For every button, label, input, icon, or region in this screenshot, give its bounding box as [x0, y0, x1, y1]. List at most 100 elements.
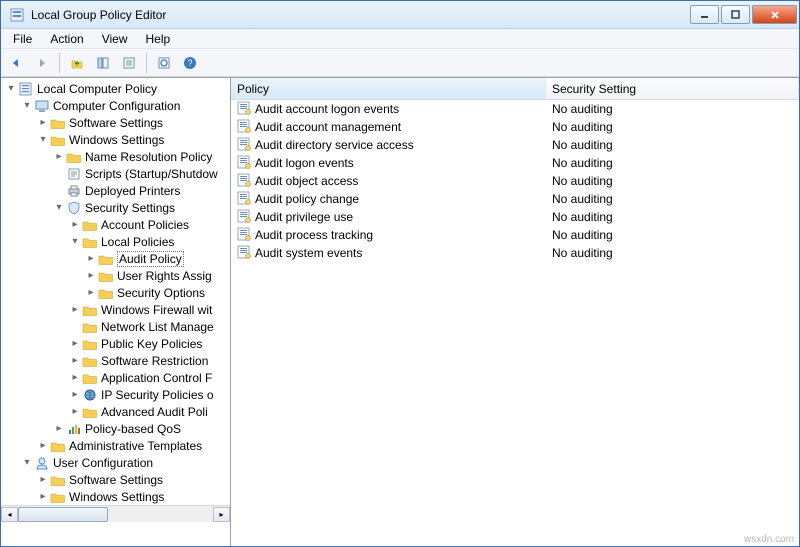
- tree-public-key-policies[interactable]: ▸ Public Key Policies: [1, 335, 230, 352]
- list-row[interactable]: Audit privilege useNo auditing: [231, 208, 799, 226]
- tree-security-options[interactable]: ▸Security Options: [1, 284, 230, 301]
- tree-toggle-icon[interactable]: [53, 168, 65, 180]
- tree-cc-admin-templates[interactable]: ▸Administrative Templates: [1, 437, 230, 454]
- tree-toggle-icon[interactable]: ▸: [69, 389, 81, 401]
- tree-toggle-icon[interactable]: ▸: [69, 304, 81, 316]
- folder-icon: [82, 353, 98, 369]
- list-row[interactable]: Audit directory service accessNo auditin…: [231, 136, 799, 154]
- menubar: File Action View Help: [1, 29, 799, 49]
- scroll-right-button[interactable]: ▸: [213, 507, 230, 522]
- tree-toggle-icon[interactable]: ▸: [85, 253, 97, 265]
- tree-account-policies[interactable]: ▸ Account Policies: [1, 216, 230, 233]
- tree-toggle-icon[interactable]: ▸: [37, 491, 49, 503]
- column-header-setting[interactable]: Security Setting: [546, 78, 799, 99]
- tree-toggle-icon[interactable]: ▸: [53, 151, 65, 163]
- tree-pane[interactable]: ▾Local Computer Policy▾Computer Configur…: [1, 78, 231, 546]
- export-list-button[interactable]: [118, 52, 140, 74]
- tree-application-control[interactable]: ▸ Application Control F: [1, 369, 230, 386]
- tree-toggle-icon[interactable]: ▸: [69, 338, 81, 350]
- tree-software-restriction[interactable]: ▸ Software Restriction: [1, 352, 230, 369]
- folder-icon: [82, 387, 98, 403]
- maximize-button[interactable]: [721, 5, 750, 24]
- tree-label: IP Security Policies o: [101, 388, 214, 402]
- list-row[interactable]: Audit account logon eventsNo auditing: [231, 100, 799, 118]
- list-row[interactable]: Audit object accessNo auditing: [231, 172, 799, 190]
- tree-user-configuration[interactable]: ▾User Configuration: [1, 454, 230, 471]
- window-buttons: [690, 5, 797, 24]
- menu-action[interactable]: Action: [42, 31, 91, 47]
- tree-label: Application Control F: [101, 371, 212, 385]
- titlebar[interactable]: Local Group Policy Editor: [1, 1, 799, 29]
- folder-icon: [50, 132, 66, 148]
- tree-toggle-icon[interactable]: ▾: [21, 100, 33, 112]
- tree-policy-based-qos[interactable]: ▸Policy-based QoS: [1, 420, 230, 437]
- tree-deployed-printers[interactable]: Deployed Printers: [1, 182, 230, 199]
- tree-toggle-icon[interactable]: ▸: [53, 423, 65, 435]
- show-hide-tree-button[interactable]: [92, 52, 114, 74]
- folder-icon: [98, 268, 114, 284]
- folder-icon: [34, 455, 50, 471]
- tree-toggle-icon[interactable]: [53, 185, 65, 197]
- window-title: Local Group Policy Editor: [31, 8, 690, 22]
- scroll-thumb[interactable]: [18, 507, 108, 522]
- tree-network-list-manager[interactable]: Network List Manage: [1, 318, 230, 335]
- policy-name: Audit privilege use: [255, 210, 353, 224]
- tree-user-rights-assignment[interactable]: ▸User Rights Assig: [1, 267, 230, 284]
- tree-toggle-icon[interactable]: ▾: [37, 134, 49, 146]
- tree-root-node[interactable]: ▾Local Computer Policy: [1, 80, 230, 97]
- tree-toggle-icon[interactable]: ▸: [37, 474, 49, 486]
- back-button[interactable]: [5, 52, 27, 74]
- tree-toggle-icon[interactable]: ▸: [85, 270, 97, 282]
- tree-advanced-audit-policy[interactable]: ▸Advanced Audit Poli: [1, 403, 230, 420]
- list-row[interactable]: Audit system eventsNo auditing: [231, 244, 799, 262]
- tree-toggle-icon[interactable]: ▸: [85, 287, 97, 299]
- forward-button[interactable]: [31, 52, 53, 74]
- tree-cc-windows-settings[interactable]: ▾ Windows Settings: [1, 131, 230, 148]
- tree-toggle-icon[interactable]: ▸: [37, 440, 49, 452]
- tree-audit-policy[interactable]: ▸Audit Policy: [1, 250, 230, 267]
- list-row[interactable]: Audit process trackingNo auditing: [231, 226, 799, 244]
- tree-toggle-icon[interactable]: [69, 321, 81, 333]
- tree-toggle-icon[interactable]: ▾: [21, 457, 33, 469]
- tree-toggle-icon[interactable]: ▸: [69, 372, 81, 384]
- list-body[interactable]: Audit account logon eventsNo auditingAud…: [231, 100, 799, 546]
- tree-toggle-icon[interactable]: ▸: [69, 355, 81, 367]
- refresh-button[interactable]: [153, 52, 175, 74]
- tree-toggle-icon[interactable]: ▾: [53, 202, 65, 214]
- folder-icon: [66, 183, 82, 199]
- up-folder-button[interactable]: [66, 52, 88, 74]
- tree-ip-security-policies[interactable]: ▸ IP Security Policies o: [1, 386, 230, 403]
- tree-toggle-icon[interactable]: ▾: [69, 236, 81, 248]
- policy-name: Audit policy change: [255, 192, 359, 206]
- help-button[interactable]: ?: [179, 52, 201, 74]
- tree-uc-software-settings[interactable]: ▸Software Settings: [1, 471, 230, 488]
- tree-label: Software Restriction: [101, 354, 208, 368]
- close-button[interactable]: [752, 5, 797, 24]
- menu-file[interactable]: File: [5, 31, 40, 47]
- minimize-button[interactable]: [690, 5, 719, 24]
- tree-label: Windows Settings: [69, 133, 164, 147]
- tree-local-policies[interactable]: ▾Local Policies: [1, 233, 230, 250]
- tree-toggle-icon[interactable]: ▸: [69, 219, 81, 231]
- tree-label: Account Policies: [101, 218, 189, 232]
- menu-view[interactable]: View: [94, 31, 136, 47]
- tree-label: Public Key Policies: [101, 337, 202, 351]
- list-row[interactable]: Audit account managementNo auditing: [231, 118, 799, 136]
- tree-security-settings[interactable]: ▾Security Settings: [1, 199, 230, 216]
- tree-hscrollbar[interactable]: ◂ ▸: [1, 505, 230, 522]
- list-row[interactable]: Audit logon eventsNo auditing: [231, 154, 799, 172]
- tree-name-resolution-policy[interactable]: ▸Name Resolution Policy: [1, 148, 230, 165]
- tree-windows-firewall[interactable]: ▸Windows Firewall wit: [1, 301, 230, 318]
- tree-toggle-icon[interactable]: ▸: [37, 117, 49, 129]
- tree-toggle-icon[interactable]: ▾: [5, 83, 17, 95]
- tree-cc-software-settings[interactable]: ▸Software Settings: [1, 114, 230, 131]
- menu-help[interactable]: Help: [138, 31, 179, 47]
- tree-computer-configuration[interactable]: ▾Computer Configuration: [1, 97, 230, 114]
- tree-toggle-icon[interactable]: ▸: [69, 406, 81, 418]
- folder-icon: [50, 438, 66, 454]
- list-row[interactable]: Audit policy changeNo auditing: [231, 190, 799, 208]
- tree-scripts-startup-shutdown[interactable]: Scripts (Startup/Shutdow: [1, 165, 230, 182]
- scroll-left-button[interactable]: ◂: [1, 507, 18, 522]
- column-header-policy[interactable]: Policy: [231, 78, 546, 99]
- tree-uc-windows-settings[interactable]: ▸Windows Settings: [1, 488, 230, 505]
